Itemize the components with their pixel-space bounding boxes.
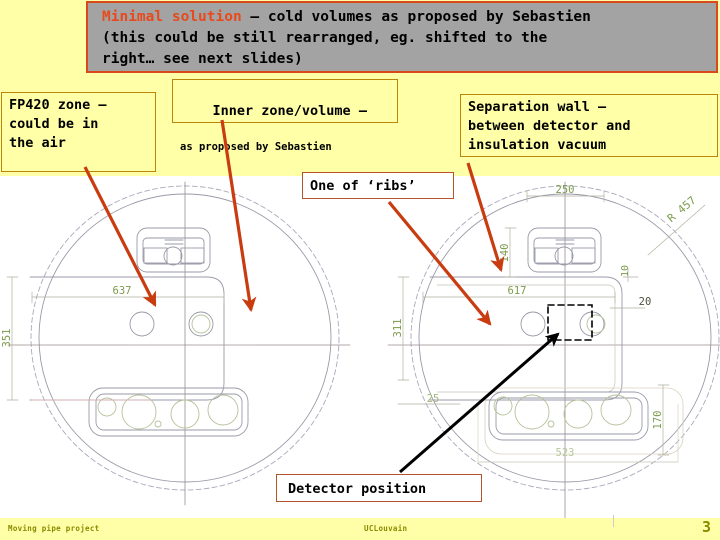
footer-page-number: 3 [701,518,711,536]
slide-title-line2: (this could be still rearranged, eg. shi… [102,30,548,46]
dim-311: 311 [392,319,404,338]
dim-170: 170 [652,411,664,430]
slide-canvas: 637 351 250 140 10 20 R 457 617 311 25 1… [0,0,720,540]
footer-project-label: Moving pipe project [8,524,100,533]
slide-title: Minimal solution – cold volumes as propo… [86,1,718,73]
left-cross-section: 637 351 [1,181,351,506]
right-cross-section: 250 140 10 20 R 457 617 311 25 170 523 [387,181,720,521]
callout-inner-zone-heading: Inner zone/volume – [212,103,367,119]
footer-institution-label: UCLouvain [364,524,408,533]
dim-637: 637 [113,285,132,297]
slide-title-line3: right… see next slides) [102,51,303,67]
dim-250: 250 [556,184,575,196]
footer-divider [613,515,614,527]
callout-inner-zone: Inner zone/volume – as proposed by Sebas… [172,79,398,153]
dim-10: 10 [620,265,631,277]
footer-background [0,518,720,540]
detector-position-marker [547,304,593,341]
callout-one-of-ribs: One of ‘ribs’ [302,172,454,199]
dim-617: 617 [508,285,527,297]
dim-20: 20 [639,296,652,308]
dim-523: 523 [556,447,575,459]
slide-title-rest-line1: – cold volumes as proposed by Sebastien [241,9,591,25]
dim-25: 25 [427,393,440,405]
dim-351: 351 [1,329,13,348]
dim-r457: R 457 [665,194,699,225]
callout-fp420-zone: FP420 zone – could be in the air [1,92,156,172]
callout-inner-zone-subtext: as proposed by Sebastien [180,141,332,153]
slide-title-accent: Minimal solution [102,9,242,25]
callout-detector-position: Detector position [276,474,482,502]
callout-separation-wall: Separation wall – between detector and i… [460,94,718,157]
dim-140: 140 [499,244,511,263]
